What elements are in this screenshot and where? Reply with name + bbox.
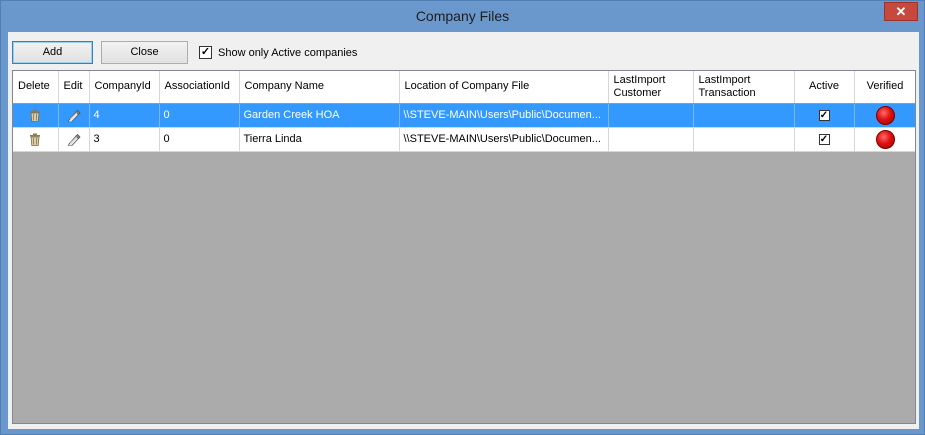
window-close-button[interactable]: ✕ [884,2,918,21]
verified-cell [854,103,915,128]
company-name-cell[interactable]: Tierra Linda [239,127,400,152]
add-button[interactable]: Add [12,41,93,64]
association-id-cell[interactable]: 0 [159,127,240,152]
active-checkbox[interactable]: ✓ [818,134,830,145]
edit-cell[interactable] [58,103,90,128]
verified-status-icon [875,105,895,125]
column-header-last-import-transaction[interactable]: LastImport Transaction [693,71,795,104]
active-cell[interactable]: ✓ [794,127,855,152]
close-button[interactable]: Close [101,41,188,64]
column-header-company-name[interactable]: Company Name [239,71,400,104]
active-only-checkbox[interactable]: ✓ [199,46,212,59]
verified-cell [854,127,915,152]
column-header-last-import-customer[interactable]: LastImport Customer [608,71,694,104]
company-id-cell[interactable]: 4 [89,103,160,128]
company-files-window: Company Files ✕ Add Close ✓ Show only Ac… [0,0,925,435]
delete-cell[interactable] [13,103,59,128]
column-header-delete[interactable]: Delete [13,71,59,104]
table-row[interactable]: 3 0 Tierra Linda \\STEVE-MAIN\Users\Publ… [13,127,915,152]
pencil-icon[interactable] [67,133,81,146]
active-cell[interactable]: ✓ [794,103,855,128]
active-checkbox[interactable]: ✓ [818,110,830,121]
company-table: Delete Edit CompanyId AssociationId Comp… [13,71,915,152]
location-cell[interactable]: \\STEVE-MAIN\Users\Public\Documen... [399,127,609,152]
trash-icon[interactable] [29,109,41,122]
column-header-location[interactable]: Location of Company File [399,71,609,104]
pencil-icon[interactable] [67,109,81,122]
toolbar: Add Close ✓ Show only Active companies [8,32,919,68]
edit-cell[interactable] [58,127,90,152]
delete-cell[interactable] [13,127,59,152]
client-area: Add Close ✓ Show only Active companies D… [8,32,919,429]
window-title: Company Files [415,8,510,24]
column-header-active[interactable]: Active [794,71,855,104]
last-import-transaction-cell[interactable] [693,103,795,128]
column-header-edit[interactable]: Edit [58,71,90,104]
trash-icon[interactable] [29,133,41,146]
last-import-customer-cell[interactable] [608,103,694,128]
active-only-label[interactable]: Show only Active companies [218,47,357,59]
column-header-verified[interactable]: Verified [854,71,915,104]
association-id-cell[interactable]: 0 [159,103,240,128]
table-row[interactable]: 4 0 Garden Creek HOA \\STEVE-MAIN\Users\… [13,103,915,128]
column-header-company-id[interactable]: CompanyId [89,71,160,104]
location-cell[interactable]: \\STEVE-MAIN\Users\Public\Documen... [399,103,609,128]
company-name-cell[interactable]: Garden Creek HOA [239,103,400,128]
last-import-customer-cell[interactable] [608,127,694,152]
last-import-transaction-cell[interactable] [693,127,795,152]
column-header-association-id[interactable]: AssociationId [159,71,240,104]
title-bar[interactable]: Company Files ✕ [1,1,924,31]
active-only-filter[interactable]: ✓ Show only Active companies [199,46,357,59]
header-row: Delete Edit CompanyId AssociationId Comp… [13,71,915,104]
company-id-cell[interactable]: 3 [89,127,160,152]
verified-status-icon [875,129,895,149]
close-icon: ✕ [895,3,907,19]
company-files-grid[interactable]: Delete Edit CompanyId AssociationId Comp… [12,70,916,424]
